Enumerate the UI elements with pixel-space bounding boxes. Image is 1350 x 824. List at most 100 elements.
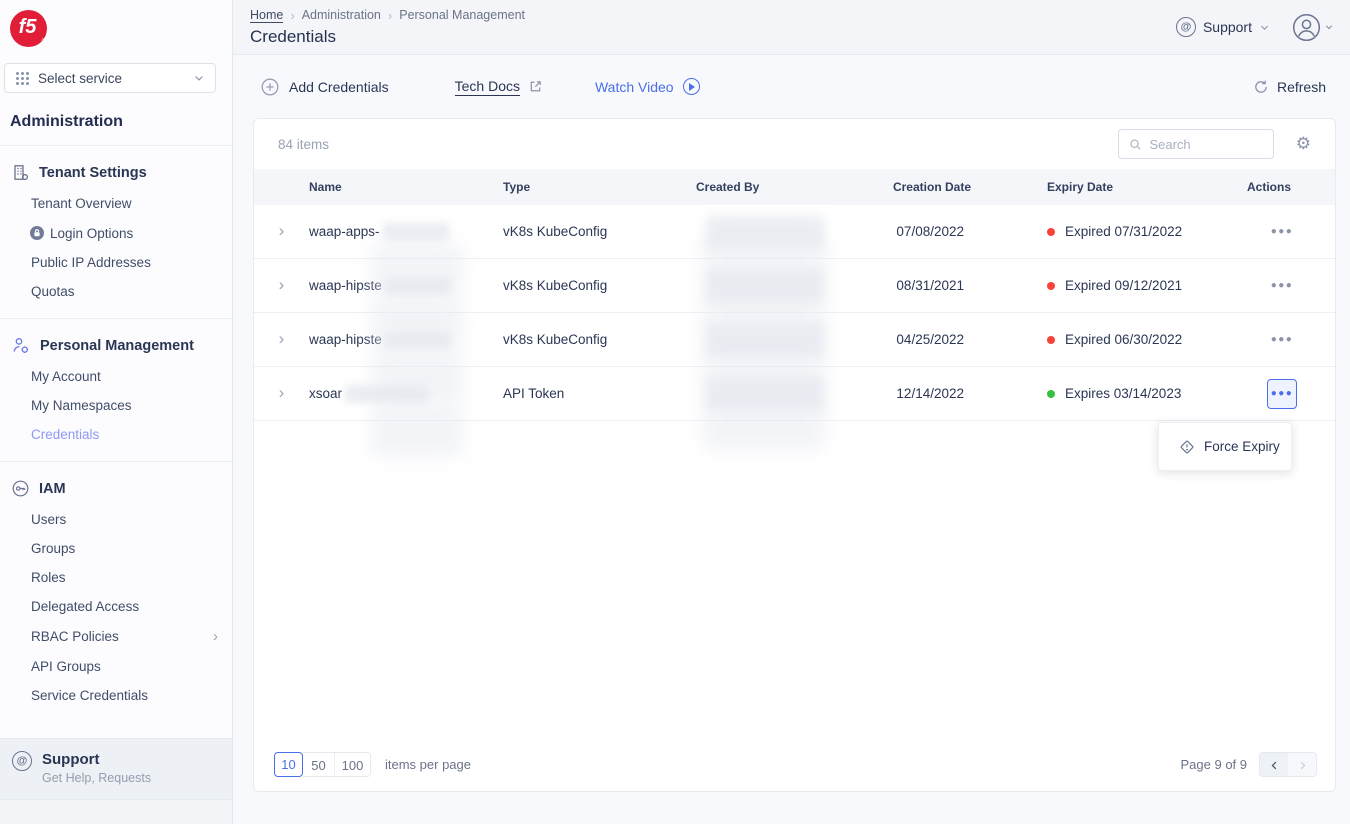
row-actions-button[interactable]: ●●● [1267, 325, 1297, 355]
table-row: › waap-hipste vK8s KubeConfig 08/31/2021… [254, 259, 1335, 313]
f5-logo-text: f5 [19, 16, 37, 39]
breadcrumb-personal-management: Personal Management [399, 8, 525, 22]
sidebar-item-delegated-access[interactable]: Delegated Access [0, 592, 232, 621]
search-input[interactable] [1149, 137, 1262, 152]
table-column-headers: Name Type Created By Creation Date Expir… [254, 169, 1335, 205]
sidebar-item-quotas[interactable]: Quotas [0, 277, 232, 306]
creation-date: 07/08/2022 [889, 224, 1044, 239]
column-header-type[interactable]: Type [503, 180, 696, 194]
sidebar-item-my-namespaces[interactable]: My Namespaces [0, 391, 232, 420]
sidebar-item-login-options[interactable]: Login Options [0, 218, 232, 248]
expiry-text: Expires 03/14/2023 [1065, 386, 1181, 401]
expiry-text: Expired 07/31/2022 [1065, 224, 1182, 239]
row-actions-button[interactable]: ●●● [1267, 271, 1297, 301]
f5-logo[interactable]: f5 ® [10, 10, 47, 47]
expiry-text: Expired 09/12/2021 [1065, 278, 1182, 293]
table-settings-button[interactable]: ⚙ [1296, 136, 1311, 153]
building-icon [12, 164, 29, 181]
item-label: Public IP Addresses [31, 255, 151, 270]
play-circle-icon [683, 78, 700, 95]
sidebar-item-service-credentials[interactable]: Service Credentials [0, 681, 232, 710]
credential-name: waap-hipste [309, 332, 382, 347]
alert-diamond-icon [1179, 439, 1195, 455]
table-row: › waap-apps- vK8s KubeConfig 07/08/2022 … [254, 205, 1335, 259]
force-expiry-menu-item[interactable]: Force Expiry [1204, 439, 1280, 454]
select-service-dropdown[interactable]: Select service [4, 63, 216, 93]
row-actions-button[interactable]: ●●● [1267, 217, 1297, 247]
page-info: Page 9 of 9 [1181, 757, 1248, 772]
sidebar-item-public-ip-addresses[interactable]: Public IP Addresses [0, 248, 232, 277]
redacted-created-by [706, 270, 824, 302]
column-header-name[interactable]: Name [309, 180, 503, 194]
sidebar-support[interactable]: @ Support Get Help, Requests [0, 738, 232, 800]
page-size-50[interactable]: 50 [303, 753, 334, 777]
section-header-tenant-settings[interactable]: Tenant Settings [0, 156, 232, 189]
key-circle-icon [12, 480, 29, 497]
chevron-down-icon [1324, 22, 1334, 32]
tech-docs-label: Tech Docs [455, 78, 520, 96]
redacted-name [385, 277, 451, 295]
sidebar-item-my-account[interactable]: My Account [0, 362, 232, 391]
external-link-icon [528, 79, 543, 94]
redacted-created-by [706, 378, 824, 410]
row-actions-menu: Force Expiry [1158, 422, 1292, 471]
section-header-personal-management[interactable]: Personal Management [0, 329, 232, 362]
refresh-label: Refresh [1277, 79, 1326, 95]
credential-type: vK8s KubeConfig [503, 278, 696, 293]
section-tenant-settings: Tenant Settings Tenant Overview Login Op… [0, 145, 232, 318]
sidebar-item-tenant-overview[interactable]: Tenant Overview [0, 189, 232, 218]
next-page-button[interactable] [1288, 753, 1316, 777]
item-label: Tenant Overview [31, 196, 132, 211]
column-header-creation-date[interactable]: Creation Date [889, 180, 1044, 194]
sidebar-item-api-groups[interactable]: API Groups [0, 652, 232, 681]
status-dot [1047, 390, 1055, 398]
support-subtitle: Get Help, Requests [42, 771, 151, 785]
column-header-created-by[interactable]: Created By [696, 180, 889, 194]
sidebar-item-groups[interactable]: Groups [0, 534, 232, 563]
sidebar-item-credentials[interactable]: Credentials [0, 420, 232, 449]
page-toolbar: Add Credentials Tech Docs Watch Video [233, 55, 1350, 118]
expand-chevron-icon[interactable]: › [279, 330, 285, 347]
page-size-10[interactable]: 10 [274, 752, 303, 777]
expand-chevron-icon[interactable]: › [279, 222, 285, 239]
top-header: Home › Administration › Personal Managem… [233, 0, 1350, 55]
expand-chevron-icon[interactable]: › [279, 276, 285, 293]
sidebar-heading: Administration [10, 113, 222, 131]
section-personal-management: Personal Management My Account My Namesp… [0, 318, 232, 461]
column-header-expiry-date[interactable]: Expiry Date [1044, 180, 1201, 194]
redacted-name [385, 331, 451, 349]
sidebar-item-users[interactable]: Users [0, 505, 232, 534]
breadcrumb-home-link[interactable]: Home [250, 8, 283, 23]
item-label: RBAC Policies [31, 629, 213, 644]
tech-docs-link[interactable]: Tech Docs [455, 78, 543, 96]
redacted-created-by [706, 216, 824, 248]
user-account-menu[interactable] [1292, 13, 1334, 42]
support-menu[interactable]: @ Support [1176, 17, 1270, 37]
page-size-100[interactable]: 100 [334, 753, 370, 777]
section-header-iam[interactable]: IAM [0, 472, 232, 505]
credential-name: xsoar [309, 386, 342, 401]
redacted-name [383, 223, 449, 241]
add-credentials-button[interactable]: Add Credentials [261, 78, 389, 96]
person-gear-icon [12, 337, 30, 354]
expand-chevron-icon[interactable]: › [279, 384, 285, 401]
row-actions-button-open[interactable]: ●●● [1267, 379, 1297, 409]
sidebar-item-rbac-policies[interactable]: RBAC Policies › [0, 621, 232, 652]
items-per-page-label: items per page [385, 757, 471, 772]
breadcrumb-separator: › [388, 8, 392, 23]
previous-page-button[interactable] [1260, 753, 1288, 777]
search-box [1118, 129, 1274, 159]
expiry-text: Expired 06/30/2022 [1065, 332, 1182, 347]
refresh-button[interactable]: Refresh [1253, 79, 1326, 95]
support-menu-label: Support [1203, 19, 1252, 35]
at-sign-icon: @ [1176, 17, 1196, 37]
search-icon [1129, 137, 1142, 152]
chevron-down-icon [193, 72, 205, 84]
ellipsis-icon: ●●● [1271, 389, 1294, 399]
watch-video-link[interactable]: Watch Video [595, 78, 700, 95]
support-title: Support [42, 751, 151, 768]
sidebar-item-roles[interactable]: Roles [0, 563, 232, 592]
table-row: › waap-hipste vK8s KubeConfig 04/25/2022… [254, 313, 1335, 367]
gear-icon: ⚙ [1296, 134, 1311, 154]
credential-name: waap-apps- [309, 224, 380, 239]
